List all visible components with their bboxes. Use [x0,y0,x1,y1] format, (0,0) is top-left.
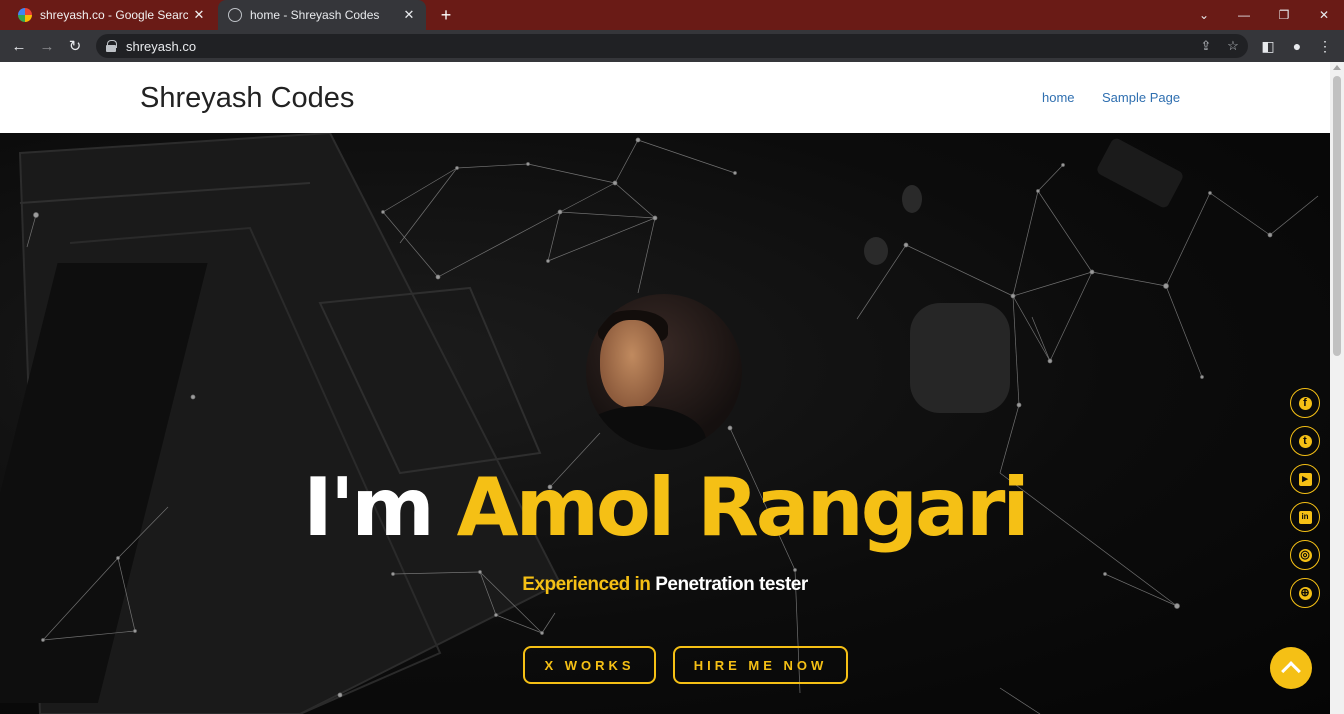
web-page: Shreyash Codes home Sample Page I'm Amol… [0,62,1330,714]
address-bar-row: ← → ↻ shreyash.co [0,30,1344,62]
dribbble-icon[interactable]: ⊕ [1290,578,1320,608]
side-panel-icon[interactable]: ◧ [1254,30,1282,62]
scroll-to-top-button[interactable] [1270,647,1312,689]
dribbble-glyph: ⊕ [1298,586,1312,600]
works-button[interactable]: X WORKS [523,646,656,684]
restore-button[interactable]: ❐ [1264,0,1304,30]
forward-icon[interactable]: → [33,30,61,62]
url-text: shreyash.co [126,38,197,54]
hero-headline: I'm Amol Rangari [0,463,1330,553]
twitter-icon[interactable]: t [1290,426,1320,456]
share-icon[interactable]: ⇪ [1195,34,1217,58]
hero-subline: Experienced in Penetration tester [0,574,1330,596]
headline-name: Amol Rangari [456,461,1030,554]
reload-icon[interactable]: ↻ [61,30,89,62]
linkedin-glyph: in [1298,510,1312,524]
lock-icon[interactable] [106,40,117,52]
scroll-up-arrow-icon[interactable] [1333,65,1341,70]
close-tab-icon[interactable]: ✕ [398,7,420,23]
bookmark-star-icon[interactable]: ☆ [1222,34,1244,58]
profile-photo [586,294,742,450]
headline-prefix: I'm [303,461,435,554]
profile-icon[interactable]: ● [1283,30,1311,62]
nav-link-home[interactable]: home [1042,90,1075,105]
tab-label: shreyash.co - Google Search [40,8,188,22]
instagram-icon[interactable]: ◎ [1290,540,1320,570]
facebook-glyph: f [1298,396,1312,410]
tab-google-search[interactable]: shreyash.co - Google Search ✕ [8,0,216,30]
scrollbar-thumb[interactable] [1333,76,1341,356]
page-scrollbar[interactable] [1330,62,1344,714]
nav-link-sample-page[interactable]: Sample Page [1102,90,1180,105]
close-window-button[interactable]: ✕ [1304,0,1344,30]
tab-search-icon[interactable]: ⌄ [1184,0,1224,30]
browser-tab-strip: shreyash.co - Google Search ✕ home - Shr… [0,0,1344,30]
hire-me-button[interactable]: HIRE ME NOW [673,646,848,684]
subline-prefix: Experienced in [522,574,651,595]
url-input[interactable]: shreyash.co [96,34,1248,58]
earbuds-illustration [864,138,1183,413]
new-tab-button[interactable]: + [436,4,456,26]
youtube-icon[interactable]: ▸ [1290,464,1320,494]
browser-menu-icon[interactable]: ⋮ [1311,30,1339,62]
subline-role: Penetration tester [655,574,808,595]
linkedin-icon[interactable]: in [1290,502,1320,532]
minimize-button[interactable]: — [1224,0,1264,30]
site-title[interactable]: Shreyash Codes [140,82,354,115]
site-header: Shreyash Codes home Sample Page [0,62,1330,133]
instagram-glyph: ◎ [1298,548,1312,562]
facebook-icon[interactable]: f [1290,388,1320,418]
back-icon[interactable]: ← [5,30,33,62]
twitter-glyph: t [1298,434,1312,448]
tab-home-shreyash-codes[interactable]: home - Shreyash Codes ✕ [218,0,426,30]
tab-label: home - Shreyash Codes [250,8,380,22]
close-tab-icon[interactable]: ✕ [188,7,210,23]
globe-favicon-icon [228,8,242,22]
youtube-glyph: ▸ [1298,472,1312,486]
google-favicon-icon [18,8,32,22]
hero-section: I'm Amol Rangari Experienced in Penetrat… [0,133,1330,714]
